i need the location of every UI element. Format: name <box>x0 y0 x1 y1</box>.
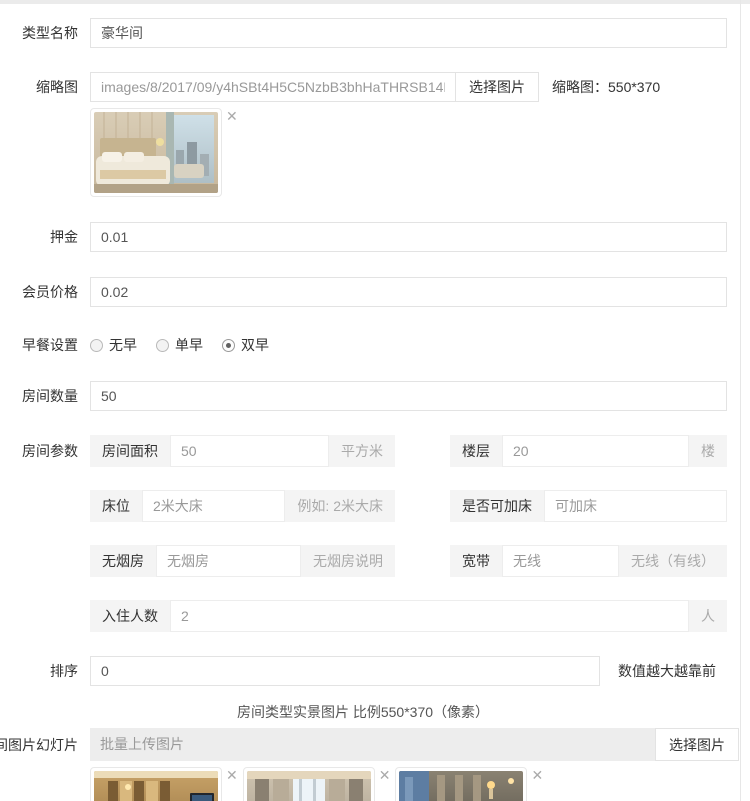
thumbnail-size-hint: 缩略图：550*370 <box>552 77 660 97</box>
radio-option-single-breakfast[interactable]: 单早 <box>156 335 203 355</box>
floor-unit: 楼 <box>689 435 727 467</box>
no-smoking-input[interactable] <box>156 545 301 577</box>
room-area-addon: 房间面积 <box>90 435 170 467</box>
room-count-input[interactable] <box>90 381 727 411</box>
floor-group: 楼层 楼 <box>450 435 727 467</box>
deposit-row: 押金 <box>0 222 750 252</box>
type-name-label: 类型名称 <box>0 23 78 43</box>
broadband-input[interactable] <box>502 545 619 577</box>
broadband-addon: 宽带 <box>450 545 502 577</box>
remove-thumbnail-icon[interactable]: ✕ <box>226 111 238 125</box>
remove-slideshow-image-icon[interactable]: ✕ <box>379 770 391 784</box>
radio-circle-icon[interactable] <box>90 339 103 352</box>
room-params-row-2: 床位 例如: 2米大床 是否可加床 <box>90 490 750 522</box>
radio-label: 无早 <box>109 335 137 355</box>
extra-bed-group: 是否可加床 <box>450 490 727 522</box>
thumbnail-row: 缩略图 选择图片 缩略图：550*370 <box>0 72 750 102</box>
type-name-input[interactable] <box>90 18 727 48</box>
room-params-row-3: 无烟房 无烟房说明 宽带 无线（有线） <box>90 545 750 577</box>
slideshow-image-3 <box>395 767 527 801</box>
bed-input[interactable] <box>142 490 285 522</box>
sort-row: 排序 数值越大越靠前 <box>0 656 750 686</box>
room-count-label: 房间数量 <box>0 386 78 406</box>
sort-label: 排序 <box>0 661 78 681</box>
slideshow-label: 房间图片幻灯片 <box>0 735 78 755</box>
extra-bed-input[interactable] <box>544 490 727 522</box>
room-params-row-1: 房间参数 房间面积 平方米 楼层 楼 <box>0 435 750 467</box>
slideshow-thumb-item: ✕ <box>395 767 548 801</box>
remove-slideshow-image-icon[interactable]: ✕ <box>226 770 238 784</box>
bed-addon: 床位 <box>90 490 142 522</box>
room-photo-corridor-icon <box>247 771 371 801</box>
slideshow-thumb-item: ✕ <box>243 767 396 801</box>
slideshow-choose-image-button[interactable]: 选择图片 <box>655 728 739 761</box>
member-price-row: 会员价格 <box>0 277 750 307</box>
room-photo-thumbnail <box>94 112 218 193</box>
slideshow-thumbnails: ✕ ✕ <box>90 767 750 801</box>
remove-slideshow-image-icon[interactable]: ✕ <box>531 770 543 784</box>
no-smoking-note: 无烟房说明 <box>301 545 395 577</box>
radio-circle-icon[interactable] <box>156 339 169 352</box>
broadband-note: 无线（有线） <box>619 545 727 577</box>
thumbnail-preview <box>90 108 222 197</box>
room-photo-warm-icon <box>94 771 218 801</box>
occupancy-addon: 入住人数 <box>90 600 170 632</box>
floor-addon: 楼层 <box>450 435 502 467</box>
radio-label: 双早 <box>241 335 269 355</box>
occupancy-unit: 人 <box>689 600 727 632</box>
slideshow-image-2 <box>243 767 375 801</box>
occupancy-input[interactable] <box>170 600 689 632</box>
room-type-edit-form: 类型名称 缩略图 选择图片 缩略图：550*370 <box>0 4 750 801</box>
bed-example: 例如: 2米大床 <box>285 490 395 522</box>
extra-bed-addon: 是否可加床 <box>450 490 544 522</box>
radio-circle-icon[interactable] <box>222 339 235 352</box>
floor-input[interactable] <box>502 435 689 467</box>
no-smoking-addon: 无烟房 <box>90 545 156 577</box>
room-params-label: 房间参数 <box>0 441 78 461</box>
breakfast-radio-group: 无早 单早 双早 <box>90 335 288 355</box>
thumbnail-preview-row: ✕ <box>0 108 750 197</box>
deposit-input[interactable] <box>90 222 727 252</box>
breakfast-label: 早餐设置 <box>0 335 78 355</box>
slideshow-row: 房间图片幻灯片 批量上传图片 选择图片 <box>0 728 750 761</box>
room-area-input[interactable] <box>170 435 329 467</box>
panel-right-border <box>740 0 741 801</box>
no-smoking-group: 无烟房 无烟房说明 <box>90 545 395 577</box>
thumbnail-path-input[interactable] <box>90 72 456 102</box>
room-area-unit: 平方米 <box>329 435 395 467</box>
bed-group: 床位 例如: 2米大床 <box>90 490 395 522</box>
member-price-input[interactable] <box>90 277 727 307</box>
thumbnail-label: 缩略图 <box>0 77 78 97</box>
radio-option-no-breakfast[interactable]: 无早 <box>90 335 137 355</box>
slideshow-image-1 <box>90 767 222 801</box>
batch-upload-field[interactable]: 批量上传图片 <box>90 728 655 761</box>
room-params-row-4: 入住人数 人 <box>90 600 750 632</box>
thumbnail-choose-image-button[interactable]: 选择图片 <box>455 72 539 102</box>
occupancy-group: 入住人数 人 <box>90 600 727 632</box>
deposit-label: 押金 <box>0 227 78 247</box>
broadband-group: 宽带 无线（有线） <box>450 545 727 577</box>
type-name-row: 类型名称 <box>0 18 750 48</box>
room-photo-evening-icon <box>399 771 523 801</box>
radio-option-double-breakfast[interactable]: 双早 <box>222 335 269 355</box>
radio-label: 单早 <box>175 335 203 355</box>
slideshow-thumb-item: ✕ <box>90 767 243 801</box>
room-count-row: 房间数量 <box>0 381 750 411</box>
sort-hint: 数值越大越靠前 <box>618 661 716 681</box>
room-area-group: 房间面积 平方米 <box>90 435 395 467</box>
member-price-label: 会员价格 <box>0 282 78 302</box>
gallery-heading: 房间类型实景图片 比例550*370（像素） <box>0 702 750 722</box>
sort-input[interactable] <box>90 656 600 686</box>
breakfast-row: 早餐设置 无早 单早 双早 <box>0 335 750 355</box>
